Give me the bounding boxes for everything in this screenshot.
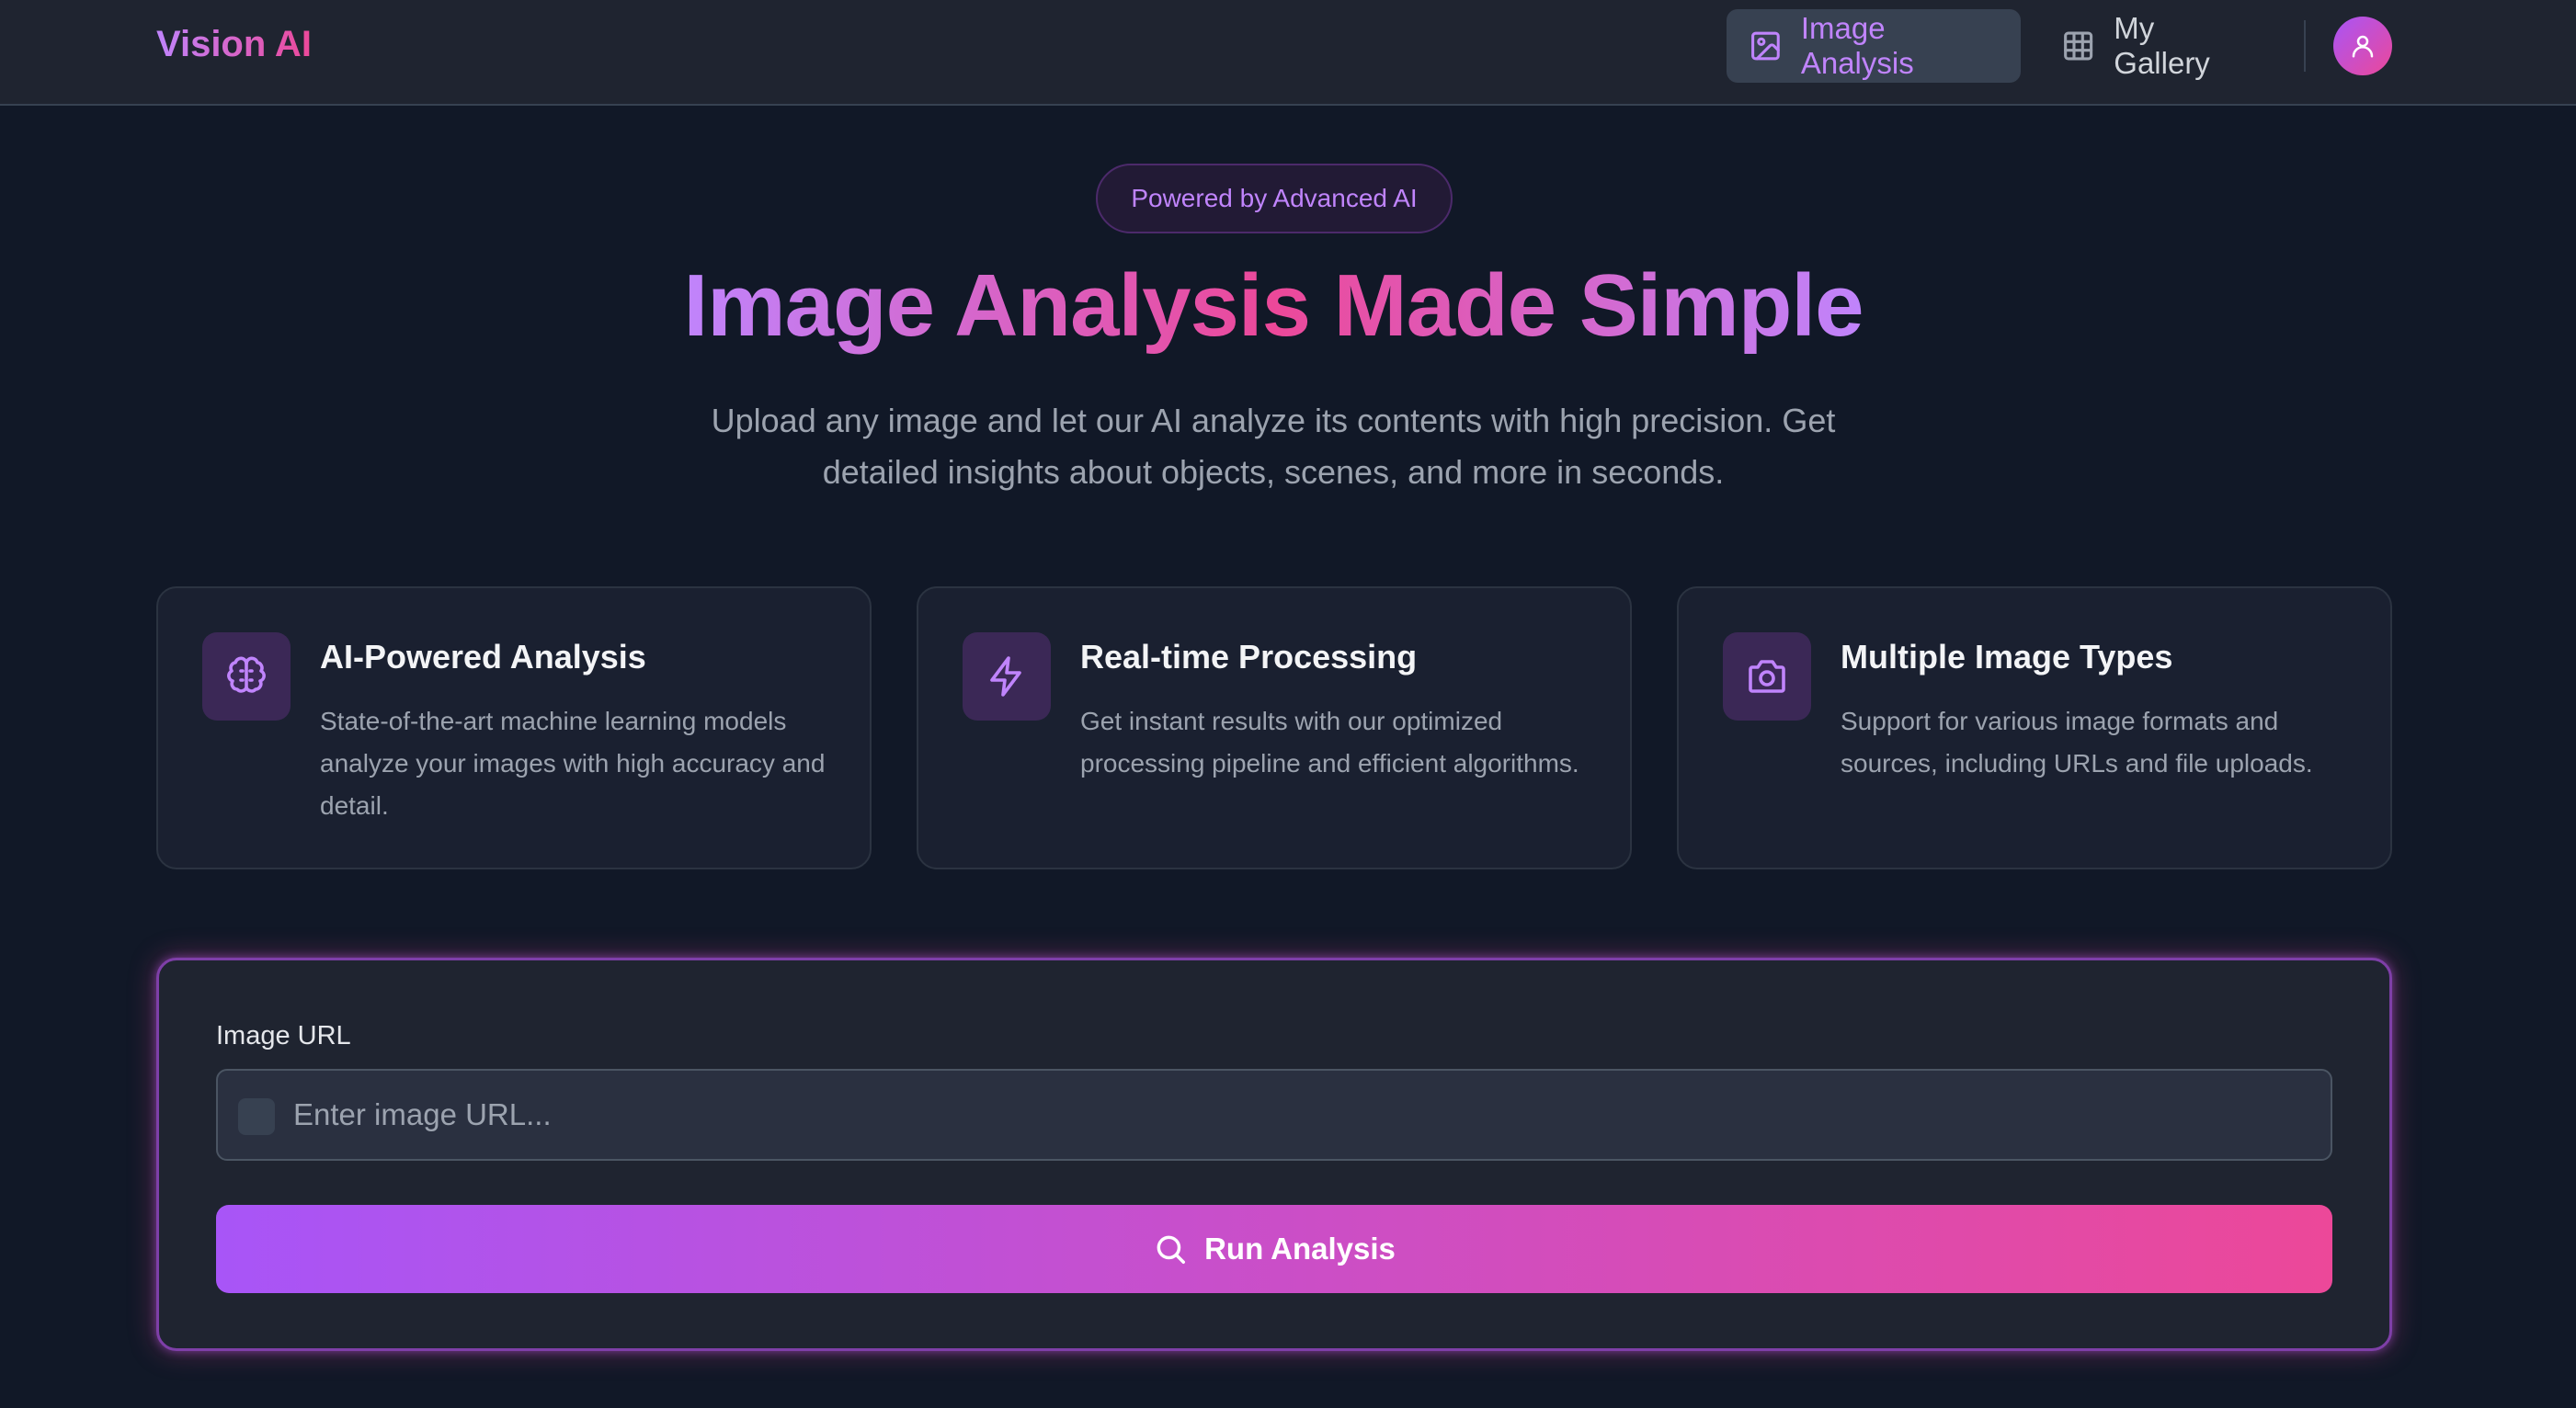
feature-card-realtime: Real-time Processing Get instant results… <box>917 586 1632 869</box>
user-avatar-button[interactable] <box>2333 17 2392 75</box>
nav-image-analysis-label: Image Analysis <box>1800 11 1914 80</box>
feature-title: Real-time Processing <box>1080 638 1418 676</box>
user-icon <box>2352 35 2374 58</box>
nav-image-analysis[interactable]: Image Analysis <box>1727 9 2021 83</box>
feature-icon-box <box>963 632 1051 721</box>
feature-description: State-of-the-art machine learning models… <box>320 707 826 820</box>
nav-my-gallery[interactable]: My Gallery <box>2039 9 2278 83</box>
feature-card-ai-analysis: AI-Powered Analysis State-of-the-art mac… <box>156 586 872 869</box>
url-field-icon <box>238 1098 275 1135</box>
image-icon <box>1751 31 1780 61</box>
hero-subtitle: Upload any image and let our AI analyze … <box>711 402 1836 491</box>
feature-title: AI-Powered Analysis <box>320 638 646 676</box>
nav-divider <box>2304 20 2306 72</box>
feature-description: Get instant results with our optimized p… <box>1080 707 1579 778</box>
feature-card-image-types: Multiple Image Types Support for various… <box>1677 586 2392 869</box>
run-analysis-label: Run Analysis <box>1204 1232 1396 1266</box>
brand-logo[interactable]: Vision AI <box>156 24 312 65</box>
nav-my-gallery-label: My Gallery <box>2114 11 2210 80</box>
feature-icon-box <box>202 632 291 721</box>
feature-icon-box <box>1723 632 1811 721</box>
image-url-label: Image URL <box>216 1021 351 1050</box>
top-navigation-bar: Vision AI Image Analysis My Gallery <box>0 0 2576 106</box>
lightning-icon <box>990 656 1021 697</box>
search-icon <box>1157 1235 1186 1264</box>
powered-by-badge: Powered by Advanced AI <box>1096 164 1453 233</box>
analysis-form-panel: Image URL Run Analysis <box>156 958 2392 1351</box>
hero-title-text: Image Analysis Made Simple <box>683 256 1864 355</box>
feature-title: Multiple Image Types <box>1841 638 2173 676</box>
grid-icon <box>2064 31 2093 61</box>
hero-title: Image Analysis Made Simple <box>0 255 2547 357</box>
camera-icon <box>1749 660 1785 693</box>
run-analysis-button[interactable]: Run Analysis <box>216 1205 2332 1293</box>
image-url-field[interactable] <box>216 1069 2332 1161</box>
image-url-input[interactable] <box>293 1071 2316 1159</box>
feature-description: Support for various image formats and so… <box>1841 707 2313 778</box>
brain-icon <box>227 656 266 693</box>
